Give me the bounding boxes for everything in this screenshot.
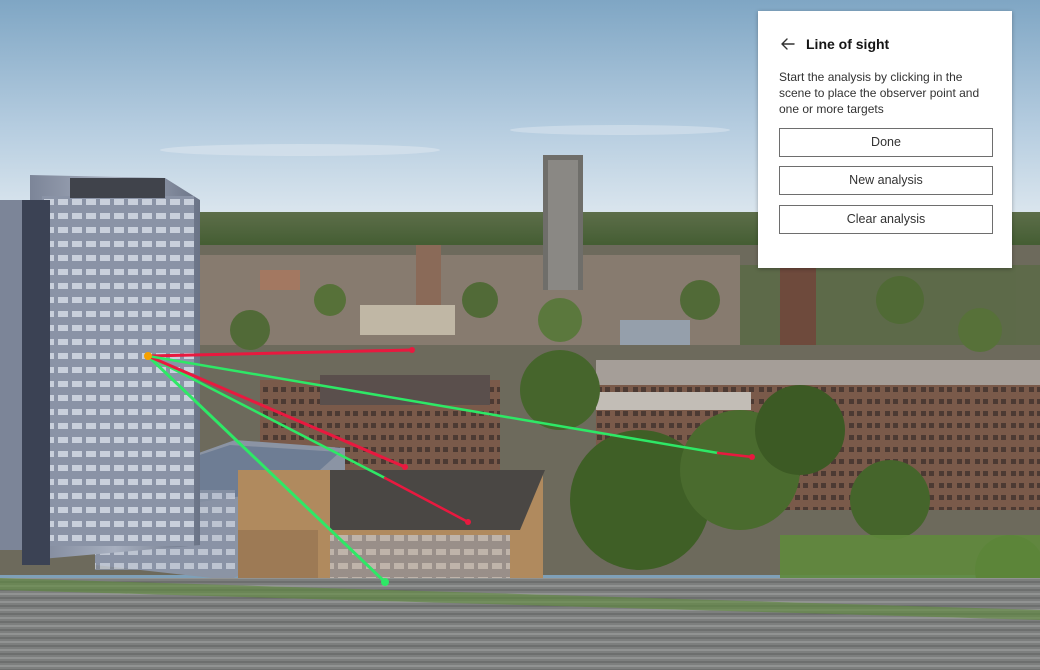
new-analysis-button[interactable]: New analysis [779, 166, 993, 195]
arrow-left-icon [781, 38, 795, 50]
panel-description: Start the analysis by clicking in the sc… [779, 70, 980, 116]
back-arrow-icon[interactable] [780, 36, 796, 52]
done-button[interactable]: Done [779, 128, 993, 157]
observer-point [144, 352, 152, 360]
panel-title: Line of sight [806, 36, 890, 52]
target-point [465, 519, 471, 525]
target-point [402, 464, 408, 470]
target-point [749, 454, 755, 460]
target-point [409, 347, 415, 353]
clear-analysis-button[interactable]: Clear analysis [779, 205, 993, 234]
panel-header: Line of sight [780, 33, 889, 55]
target-point [381, 578, 389, 586]
line-of-sight-panel: Line of sight Start the analysis by clic… [758, 11, 1012, 268]
